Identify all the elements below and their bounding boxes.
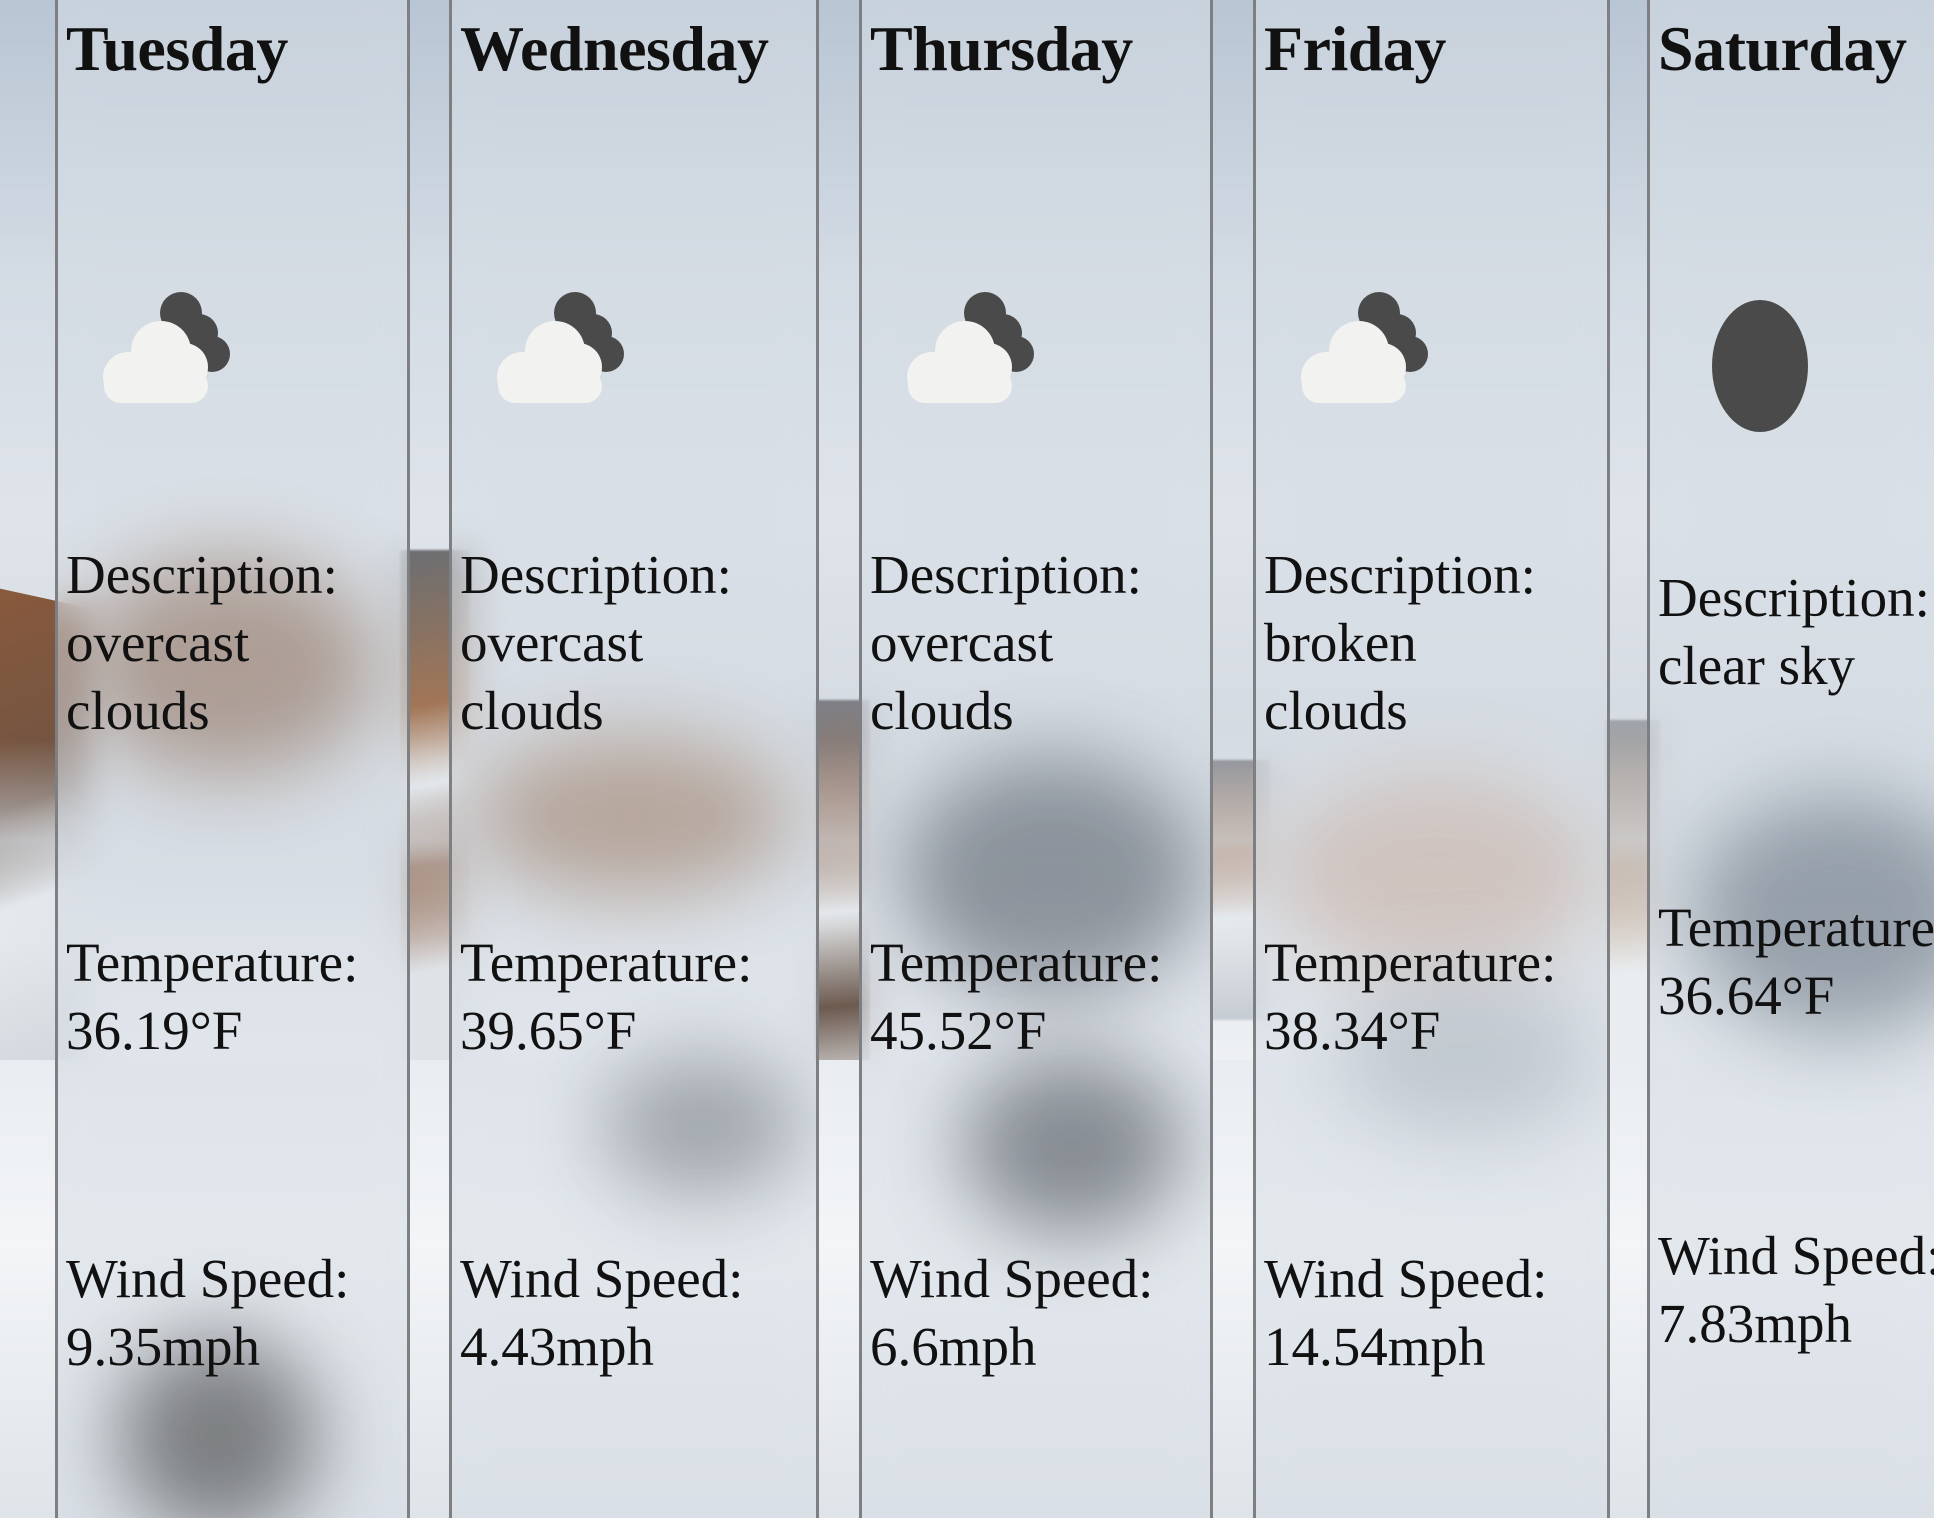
description-label: Description: (1658, 567, 1930, 628)
temperature-block: Temperature: 36.19°F (66, 929, 358, 1065)
description-block: Description: overcast clouds (870, 541, 1142, 745)
broken-clouds-icon (900, 291, 1050, 421)
wind-speed-block: Wind Speed: 14.54mph (1264, 1245, 1547, 1381)
temperature-block: Temperature: 39.65°F (460, 929, 752, 1065)
day-title: Tuesday (66, 13, 288, 84)
wind-speed-label: Wind Speed: (1658, 1225, 1934, 1286)
temperature-block: Temperature: 36.64°F (1658, 894, 1934, 1030)
temperature-value: 39.65°F (460, 1000, 637, 1061)
description-value-line: clouds (460, 680, 604, 741)
temperature-value: 38.34°F (1264, 1000, 1441, 1061)
description-value-line: clear sky (1658, 635, 1855, 696)
description-block: Description: overcast clouds (66, 541, 338, 745)
day-title: Thursday (870, 13, 1133, 84)
temperature-value: 36.64°F (1658, 965, 1835, 1026)
wind-speed-value: 14.54mph (1264, 1316, 1486, 1377)
description-block: Description: broken clouds (1264, 541, 1536, 745)
description-value-line: clouds (1264, 680, 1408, 741)
temperature-label: Temperature: (1658, 897, 1934, 958)
wind-speed-block: Wind Speed: 4.43mph (460, 1245, 743, 1381)
wind-speed-label: Wind Speed: (66, 1248, 350, 1309)
broken-clouds-icon (490, 291, 640, 421)
wind-speed-value: 7.83mph (1658, 1293, 1853, 1354)
broken-clouds-icon (1294, 291, 1444, 421)
forecast-card-saturday: Saturday Description: clear sky Temperat… (1647, 0, 1934, 1518)
weather-forecast-page: Tuesday Description: overcast clouds Tem… (0, 0, 1934, 1518)
temperature-block: Temperature: 45.52°F (870, 929, 1162, 1065)
wind-speed-value: 4.43mph (460, 1316, 655, 1377)
temperature-label: Temperature: (66, 932, 359, 993)
day-title: Saturday (1658, 13, 1907, 84)
description-value-line: clouds (66, 680, 210, 741)
description-block: Description: overcast clouds (460, 541, 732, 745)
card-backdrop-blur (472, 736, 792, 896)
wind-speed-block: Wind Speed: 7.83mph (1658, 1222, 1934, 1358)
wind-speed-value: 6.6mph (870, 1316, 1037, 1377)
forecast-card-thursday: Thursday Description: overcast clouds Te… (859, 0, 1213, 1518)
description-label: Description: (1264, 544, 1536, 605)
card-backdrop-blur (962, 1056, 1182, 1236)
forecast-card-tuesday: Tuesday Description: overcast clouds Tem… (55, 0, 410, 1518)
card-backdrop-blur (602, 1056, 802, 1196)
description-label: Description: (66, 544, 338, 605)
broken-clouds-icon (96, 291, 246, 421)
wind-speed-label: Wind Speed: (1264, 1248, 1548, 1309)
description-value-line: overcast (460, 612, 644, 673)
description-value-line: overcast (870, 612, 1054, 673)
clear-sky-icon (1710, 298, 1810, 434)
description-value-line: overcast (66, 612, 250, 673)
description-label: Description: (460, 544, 732, 605)
description-label: Description: (870, 544, 1142, 605)
description-block: Description: clear sky (1658, 564, 1930, 700)
wind-speed-label: Wind Speed: (870, 1248, 1154, 1309)
temperature-block: Temperature: 38.34°F (1264, 929, 1556, 1065)
wind-speed-value: 9.35mph (66, 1316, 261, 1377)
description-value-line: broken (1264, 612, 1417, 673)
wind-speed-label: Wind Speed: (460, 1248, 744, 1309)
wind-speed-block: Wind Speed: 9.35mph (66, 1245, 349, 1381)
description-value-line: clouds (870, 680, 1014, 741)
day-title: Wednesday (460, 13, 769, 84)
temperature-label: Temperature: (1264, 932, 1557, 993)
temperature-label: Temperature: (870, 932, 1163, 993)
temperature-value: 45.52°F (870, 1000, 1047, 1061)
day-title: Friday (1264, 13, 1446, 84)
forecast-card-wednesday: Wednesday Description: overcast clouds T… (449, 0, 819, 1518)
wind-speed-block: Wind Speed: 6.6mph (870, 1245, 1153, 1381)
forecast-card-friday: Friday Description: broken clouds Temper… (1253, 0, 1610, 1518)
temperature-label: Temperature: (460, 932, 753, 993)
temperature-value: 36.19°F (66, 1000, 243, 1061)
